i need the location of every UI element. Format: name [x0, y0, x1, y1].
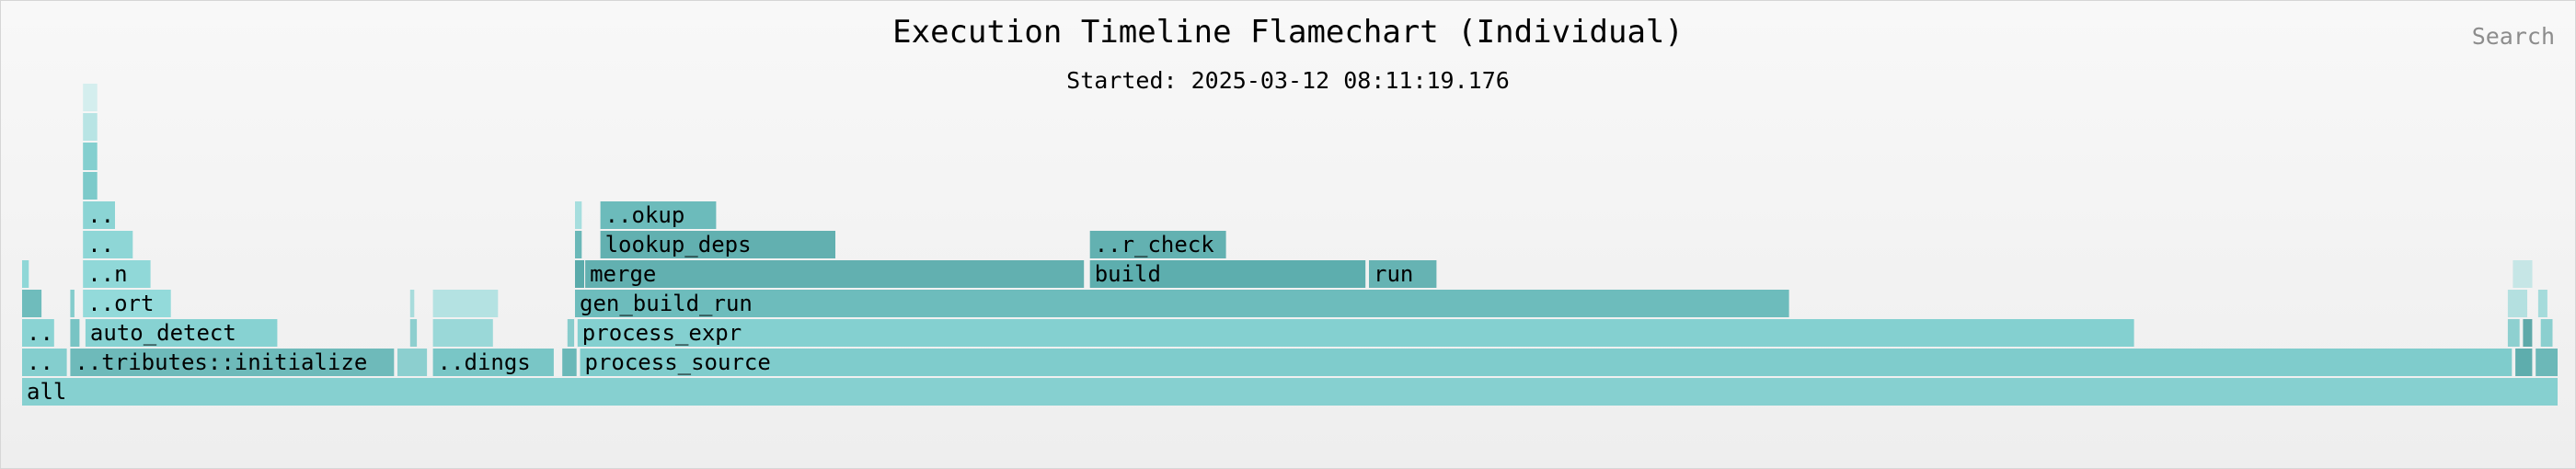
flame-frame-rect[interactable]	[2513, 260, 2533, 288]
flame-frame[interactable]: gen_build_run	[575, 290, 1789, 317]
flame-frame-label: ..	[27, 320, 53, 346]
flame-frame-label: ..n	[87, 261, 127, 287]
flame-frame-rect[interactable]	[83, 84, 98, 111]
flame-frame[interactable]	[83, 143, 98, 170]
flame-frame-rect[interactable]	[409, 319, 418, 347]
flame-frame[interactable]: ..	[22, 349, 67, 376]
flame-frame-rect[interactable]	[409, 290, 415, 317]
flame-frame[interactable]	[409, 319, 418, 347]
flame-frame-label: all	[27, 379, 66, 405]
flame-frame-label: build	[1095, 261, 1161, 287]
flame-frame-rect[interactable]	[70, 319, 80, 347]
flame-frame-rect[interactable]	[575, 201, 582, 229]
flame-frame[interactable]	[2507, 319, 2520, 347]
flame-frame-label: ..	[87, 202, 114, 228]
flame-frame[interactable]: ..ort	[83, 290, 171, 317]
flame-frame-rect[interactable]	[575, 231, 582, 258]
flame-frame[interactable]: ..	[83, 201, 115, 229]
flame-frame[interactable]	[2523, 319, 2533, 347]
flame-frame[interactable]	[2540, 319, 2553, 347]
flame-frame[interactable]: build	[1089, 260, 1366, 288]
flame-frame[interactable]: ..okup	[600, 201, 717, 229]
flame-frame[interactable]: all	[22, 378, 2558, 406]
flame-frame-label: ..	[87, 232, 114, 257]
flame-frame[interactable]: ..dings	[432, 349, 554, 376]
flame-frame[interactable]	[22, 290, 42, 317]
flame-frame[interactable]	[575, 260, 584, 288]
flame-frame-rect[interactable]	[83, 113, 98, 141]
flame-frame-rect[interactable]	[22, 260, 29, 288]
flame-frame[interactable]	[2507, 290, 2527, 317]
flame-frame-rect[interactable]	[2507, 290, 2527, 317]
flame-frame[interactable]: process_source	[580, 349, 2513, 376]
flame-frame[interactable]	[22, 260, 29, 288]
flame-frame-rect[interactable]	[22, 378, 2558, 406]
flame-frame-label: merge	[590, 261, 656, 287]
flame-frame[interactable]: auto_detect	[85, 319, 278, 347]
flame-frame-rect[interactable]	[432, 319, 493, 347]
flame-frame[interactable]: run	[1369, 260, 1437, 288]
flame-frame-rect[interactable]	[2507, 319, 2520, 347]
flame-frame[interactable]	[567, 319, 575, 347]
flame-frame[interactable]	[409, 290, 415, 317]
flame-frame[interactable]: merge	[585, 260, 1085, 288]
flame-frame[interactable]: ..	[22, 319, 54, 347]
flame-frame-label: ..	[27, 349, 53, 375]
flame-frame[interactable]	[432, 319, 493, 347]
flame-frame-label: lookup_deps	[605, 232, 752, 257]
flame-frame-rect[interactable]	[2523, 319, 2533, 347]
flamechart-page: Execution Timeline Flamechart (Individua…	[0, 0, 2576, 469]
flame-frame-label: ..dings	[438, 349, 531, 375]
flame-frame-label: process_expr	[582, 320, 742, 346]
flame-frame-label: ..r_check	[1095, 232, 1215, 257]
flame-frame-rect[interactable]	[577, 319, 2134, 347]
flame-frame-rect[interactable]	[575, 290, 1789, 317]
flame-frame-label: auto_detect	[90, 320, 236, 346]
flame-frame-label: ..tributes::initialize	[75, 349, 367, 375]
flame-frame-label: process_source	[585, 349, 771, 375]
flame-frame-rect[interactable]	[432, 290, 499, 317]
flame-frame-rect[interactable]	[580, 349, 2513, 376]
flame-frame[interactable]: lookup_deps	[600, 231, 835, 258]
flame-frame[interactable]: ..n	[83, 260, 151, 288]
flame-frame-rect[interactable]	[83, 143, 98, 170]
flame-frame[interactable]: ..tributes::initialize	[70, 349, 395, 376]
flame-frame[interactable]: ..	[83, 231, 133, 258]
flame-frame-rect[interactable]	[2537, 290, 2547, 317]
flame-frame[interactable]: ..r_check	[1089, 231, 1226, 258]
flame-frame-rect[interactable]	[562, 349, 577, 376]
flame-frame[interactable]	[83, 172, 98, 200]
flame-frame[interactable]	[575, 201, 582, 229]
flame-frame[interactable]	[2515, 349, 2533, 376]
flame-frame[interactable]	[83, 113, 98, 141]
flame-frame[interactable]	[562, 349, 577, 376]
flame-frame-rect[interactable]	[83, 172, 98, 200]
flame-frame[interactable]	[2537, 290, 2547, 317]
flame-frame-rect[interactable]	[585, 260, 1085, 288]
flame-frame[interactable]: process_expr	[577, 319, 2134, 347]
flame-frame-label: ..ort	[87, 291, 154, 316]
flame-frame[interactable]	[2513, 260, 2533, 288]
flame-frame-rect[interactable]	[70, 290, 75, 317]
flame-frame-rect[interactable]	[2536, 349, 2558, 376]
flame-frame-rect[interactable]	[575, 260, 584, 288]
flame-frame[interactable]	[2536, 349, 2558, 376]
flame-frame-rect[interactable]	[567, 319, 575, 347]
flame-frame[interactable]	[575, 231, 582, 258]
flame-frame-rect[interactable]	[2515, 349, 2533, 376]
flame-frame-label: ..okup	[605, 202, 685, 228]
flame-frame-rect[interactable]	[2540, 319, 2553, 347]
flame-frame[interactable]	[397, 349, 428, 376]
flame-frame-label: run	[1374, 261, 1413, 287]
flame-frame[interactable]	[83, 84, 98, 111]
flame-frame[interactable]	[432, 290, 499, 317]
flame-frame-rect[interactable]	[22, 290, 42, 317]
flame-frame[interactable]	[70, 319, 80, 347]
flame-frame[interactable]	[70, 290, 75, 317]
flamechart: all.. ..tributes::initialize ..dings proces…	[22, 84, 2558, 406]
flame-frame-label: gen_build_run	[580, 291, 753, 316]
flame-frame-rect[interactable]	[397, 349, 428, 376]
